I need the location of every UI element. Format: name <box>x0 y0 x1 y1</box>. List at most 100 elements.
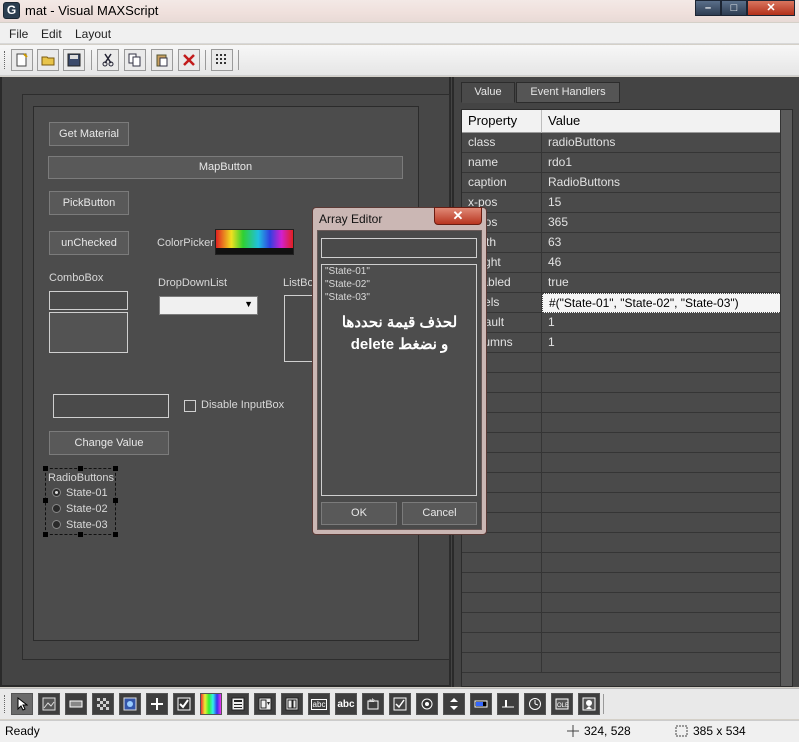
property-row[interactable] <box>462 633 782 653</box>
property-value-cell[interactable] <box>542 513 782 533</box>
checkbox-control-icon[interactable] <box>173 693 195 715</box>
pointer-icon[interactable] <box>11 693 33 715</box>
property-row[interactable] <box>462 353 782 373</box>
property-row[interactable]: default1 <box>462 313 782 333</box>
mapbutton-icon[interactable] <box>119 693 141 715</box>
property-row[interactable]: labels#("State-01", "State-02", "State-0… <box>462 293 782 313</box>
property-value-cell[interactable] <box>542 493 782 513</box>
property-row[interactable] <box>462 653 782 673</box>
property-value-cell[interactable]: 63 <box>542 233 782 253</box>
property-row[interactable] <box>462 553 782 573</box>
dropdownlist-icon[interactable] <box>254 693 276 715</box>
label-control-icon[interactable]: abc <box>335 693 357 715</box>
grid-icon[interactable] <box>211 49 233 71</box>
copy-icon[interactable] <box>124 49 146 71</box>
input-box[interactable] <box>53 394 169 418</box>
property-value-cell[interactable] <box>542 413 782 433</box>
radio-button[interactable] <box>52 504 61 513</box>
property-row[interactable] <box>462 373 782 393</box>
property-value-cell[interactable]: #("State-01", "State-02", "State-03") <box>542 293 782 313</box>
property-row[interactable] <box>462 453 782 473</box>
property-value-cell[interactable] <box>542 473 782 493</box>
radio-button-selected[interactable] <box>52 488 61 497</box>
property-value-cell[interactable]: RadioButtons <box>542 173 782 193</box>
property-row[interactable] <box>462 433 782 453</box>
checker-icon[interactable] <box>92 693 114 715</box>
colorpicker-swatch[interactable] <box>215 229 294 255</box>
activex-icon[interactable]: OLE <box>551 693 573 715</box>
array-item[interactable]: "State-03" <box>325 292 370 303</box>
save-icon[interactable] <box>63 49 85 71</box>
menu-layout[interactable]: Layout <box>75 27 111 41</box>
property-value-cell[interactable] <box>542 573 782 593</box>
property-value-cell[interactable]: true <box>542 273 782 293</box>
get-material-button[interactable]: Get Material <box>49 122 129 146</box>
delete-icon[interactable] <box>178 49 200 71</box>
pickbutton-icon[interactable] <box>146 693 168 715</box>
dropdownlist-select[interactable]: ▼ <box>159 296 258 315</box>
button-control-icon[interactable] <box>65 693 87 715</box>
property-row[interactable]: enabled true <box>462 273 782 293</box>
property-row[interactable]: width63 <box>462 233 782 253</box>
close-button[interactable]: ✕ <box>747 0 795 16</box>
tab-value[interactable]: Value <box>461 82 515 103</box>
column-header-value[interactable]: Value <box>542 110 782 133</box>
property-value-cell[interactable] <box>542 373 782 393</box>
ok-button[interactable]: OK <box>321 502 397 525</box>
selection-handle[interactable] <box>113 532 118 537</box>
cut-icon[interactable] <box>97 49 119 71</box>
selection-handle[interactable] <box>43 498 48 503</box>
toolbar-grip[interactable] <box>4 695 7 713</box>
property-value-cell[interactable] <box>542 593 782 613</box>
listbox-icon[interactable] <box>281 693 303 715</box>
tab-event-handlers[interactable]: Event Handlers <box>516 82 620 103</box>
listbox-control[interactable] <box>284 295 314 362</box>
pick-button[interactable]: PickButton <box>49 191 129 215</box>
change-value-button[interactable]: Change Value <box>49 431 169 455</box>
colorpicker-icon[interactable] <box>200 693 222 715</box>
property-value-cell[interactable] <box>542 453 782 473</box>
column-header-property[interactable]: Property <box>462 110 542 133</box>
maximize-button[interactable]: □ <box>721 0 747 16</box>
imgtag-icon[interactable] <box>578 693 600 715</box>
dialog-close-button[interactable]: ✕ <box>434 207 482 225</box>
combobox-list[interactable] <box>49 312 128 353</box>
property-row[interactable] <box>462 573 782 593</box>
property-value-cell[interactable]: 1 <box>542 333 782 353</box>
selection-handle[interactable] <box>113 498 118 503</box>
combobox-icon[interactable] <box>227 693 249 715</box>
selection-handle[interactable] <box>43 466 48 471</box>
toolbar-grip[interactable] <box>4 51 7 69</box>
property-row[interactable]: caption RadioButtons <box>462 173 782 193</box>
menu-file[interactable]: File <box>9 27 28 41</box>
bitmap-icon[interactable] <box>38 693 60 715</box>
property-row[interactable]: height46 <box>462 253 782 273</box>
map-button[interactable]: MapButton <box>48 156 403 179</box>
property-row[interactable] <box>462 513 782 533</box>
property-value-cell[interactable] <box>542 553 782 573</box>
timer-icon[interactable] <box>524 693 546 715</box>
combobox-input[interactable] <box>49 291 128 310</box>
radiobuttons-icon[interactable] <box>416 693 438 715</box>
property-row[interactable]: y-pos365 <box>462 213 782 233</box>
property-value-cell[interactable] <box>542 653 782 673</box>
property-row[interactable]: class radioButtons <box>462 133 782 153</box>
groupbox-icon[interactable]: ab <box>362 693 384 715</box>
property-value-cell[interactable] <box>542 433 782 453</box>
progressbar-icon[interactable] <box>470 693 492 715</box>
property-row[interactable]: name rdo1 <box>462 153 782 173</box>
property-row[interactable] <box>462 613 782 633</box>
property-row[interactable] <box>462 493 782 513</box>
new-icon[interactable] <box>11 49 33 71</box>
unchecked-button[interactable]: unChecked <box>49 231 129 255</box>
selection-handle[interactable] <box>43 532 48 537</box>
property-row[interactable]: columns 1 <box>462 333 782 353</box>
property-value-cell[interactable]: rdo1 <box>542 153 782 173</box>
property-value-cell[interactable] <box>542 533 782 553</box>
selection-handle[interactable] <box>78 532 83 537</box>
cancel-button[interactable]: Cancel <box>402 502 477 525</box>
array-value-input[interactable] <box>321 238 477 258</box>
slider-icon[interactable] <box>497 693 519 715</box>
edittext-icon[interactable]: abc <box>308 693 330 715</box>
checkbutton-icon[interactable] <box>389 693 411 715</box>
